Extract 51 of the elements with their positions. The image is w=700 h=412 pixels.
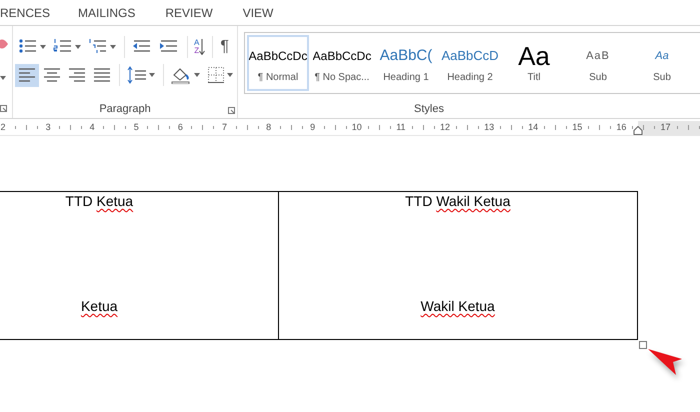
table-resize-handle[interactable] [639, 341, 647, 349]
ruler-number: 7 [222, 122, 227, 132]
ruler-number: 6 [178, 122, 183, 132]
caret-icon[interactable] [227, 73, 233, 77]
ribbon-tab[interactable]: VIEW [242, 6, 274, 20]
ruler-number: 5 [134, 122, 139, 132]
style-item[interactable]: AaBbCcDc ¶ Normal [247, 35, 309, 91]
multilevel-list-icon [88, 38, 108, 56]
ruler-number: 16 [616, 122, 626, 132]
ribbon-tab[interactable]: RENCES [0, 6, 50, 20]
ruler-number: 8 [266, 122, 272, 132]
cell-text: TTD Ketua [65, 193, 134, 211]
caret-icon[interactable] [0, 76, 6, 80]
paint-bucket-icon [170, 66, 192, 84]
align-left-button[interactable] [15, 64, 39, 86]
ruler-number: 4 [90, 122, 95, 132]
ribbon-tab[interactable]: MAILINGS [78, 6, 136, 20]
group-label: Paragraph [98, 103, 152, 115]
ruler-number: 10 [352, 122, 362, 132]
ruler-number: 14 [528, 122, 538, 132]
dialog-launcher-icon[interactable] [228, 107, 235, 114]
indent-marker-icon[interactable] [633, 126, 643, 135]
arrow-down-icon [199, 39, 206, 55]
ruler-number: 13 [484, 122, 494, 132]
sort-button[interactable]: A Z [192, 36, 208, 58]
ruler-number: 17 [660, 122, 670, 132]
borders-icon [207, 66, 225, 84]
ruler-number: 3 [46, 122, 51, 132]
pointer-arrow-icon [648, 349, 682, 375]
align-center-icon [43, 66, 61, 84]
caret-icon[interactable] [148, 73, 154, 77]
dialog-launcher-icon[interactable] [0, 105, 7, 112]
caret-icon[interactable] [110, 45, 116, 49]
caret-icon[interactable] [40, 45, 46, 49]
ruler-number: 11 [396, 122, 406, 132]
cell-text: Ketua [80, 298, 118, 316]
group-label: Styles [413, 103, 445, 115]
align-right-icon [68, 66, 86, 84]
cell-text: Wakil Ketua [420, 298, 495, 316]
show-formatting-button[interactable]: ¶ [217, 36, 232, 58]
ruler-number: 9 [310, 122, 316, 132]
ribbon-tab[interactable]: REVIEW [165, 6, 213, 20]
caret-icon[interactable] [194, 73, 200, 77]
ruler-number: 2 [0, 122, 6, 132]
ruler-number: 15 [572, 122, 582, 132]
align-left-icon [18, 66, 36, 84]
justify-icon [93, 66, 111, 84]
caret-icon[interactable] [75, 45, 81, 49]
cell-text: TTD Wakil Ketua [405, 193, 510, 211]
line-spacing-icon [126, 66, 146, 84]
ruler-number: 12 [440, 122, 450, 132]
